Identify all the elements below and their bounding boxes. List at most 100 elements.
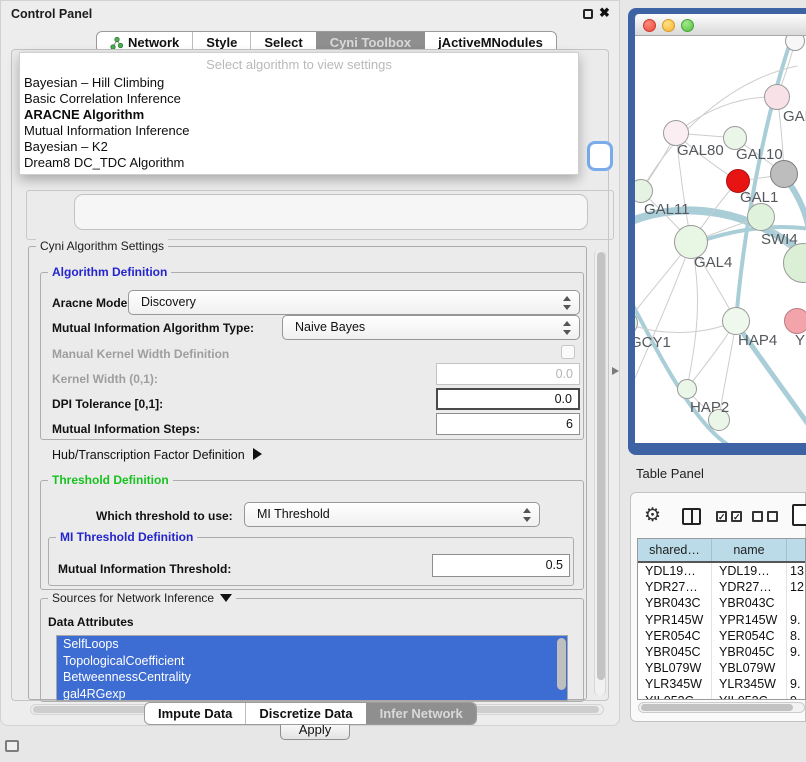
table-cell: 12 — [786, 579, 805, 595]
mi-steps-field[interactable]: 6 — [436, 413, 580, 435]
float-window-icon[interactable] — [583, 9, 593, 19]
mi-type-value: Naive Bayes — [295, 320, 365, 334]
node-label-gcy1: GCY1 — [635, 334, 671, 351]
network-node[interactable] — [764, 84, 790, 110]
close-traffic-light-icon[interactable] — [643, 19, 656, 32]
network-node[interactable] — [784, 308, 806, 334]
cyni-algorithm-settings-title: Cyni Algorithm Settings — [36, 239, 168, 253]
tab-infer-network[interactable]: Infer Network — [366, 703, 476, 724]
control-panel-title: Control Panel — [11, 7, 92, 21]
attribute-list-item[interactable]: TopologicalCoefficient — [57, 653, 567, 670]
table-cell: YBR045C — [711, 644, 786, 660]
node-label-gal10: GAL10 — [736, 146, 783, 163]
table-cell: 9. — [786, 693, 805, 701]
network-icon — [110, 36, 123, 49]
control-panel-window: Control Panel ✖ NetworkStyleSelectCyni T… — [0, 0, 620, 726]
algorithm-option[interactable]: Bayesian – K2 — [20, 139, 578, 155]
attribute-list-item[interactable]: BetweennessCentrality — [57, 669, 567, 686]
chevron-down-icon — [220, 594, 232, 602]
table-horizontal-scrollbar[interactable] — [638, 702, 805, 713]
column-header[interactable] — [786, 539, 805, 561]
node-label-hap2: HAP2 — [690, 399, 729, 416]
tab-label: Infer Network — [380, 706, 463, 721]
gear-icon[interactable]: ⚙ — [644, 506, 661, 525]
close-icon[interactable]: ✖ — [599, 5, 610, 21]
table-cell: 13 — [786, 563, 805, 579]
mi-threshold-label: Mutual Information Threshold: — [58, 562, 231, 576]
algorithm-option[interactable]: Dream8 DC_TDC Algorithm — [20, 155, 578, 171]
table-row[interactable]: YDL19…YDL19…13 — [638, 563, 805, 579]
mi-steps-label: Mutual Information Steps: — [52, 422, 200, 436]
panel-dock-icon[interactable] — [5, 740, 19, 752]
aracne-mode-select[interactable]: Discovery — [128, 290, 580, 315]
column-header[interactable]: name — [711, 539, 786, 561]
algorithm-option[interactable]: ARACNE Algorithm — [20, 107, 578, 123]
which-threshold-select[interactable]: MI Threshold — [244, 502, 540, 527]
table-cell: YER054C — [638, 628, 711, 644]
table-cell: YLR345W — [711, 676, 786, 692]
manual-kernel-checkbox[interactable] — [561, 345, 575, 359]
tab-label: Cyni Toolbox — [330, 35, 411, 50]
network-node[interactable] — [722, 307, 750, 335]
table-row[interactable]: YER054CYER054C8. — [638, 628, 805, 644]
table-row[interactable]: YLR345WYLR345W9. — [638, 676, 805, 692]
table-cell: YBR045C — [638, 644, 711, 660]
deselect-all-checkboxes-icon[interactable] — [752, 511, 778, 522]
manual-kernel-label: Manual Kernel Width Definition — [52, 347, 229, 361]
node-label-swi4: SWI4 — [761, 231, 798, 248]
attribute-list-item[interactable]: gal4RGexp — [57, 686, 567, 702]
table-row[interactable]: YPR145WYPR145W9. — [638, 612, 805, 628]
spinner-arrows-icon — [522, 507, 531, 523]
algorithm-option[interactable]: Mutual Information Inference — [20, 123, 578, 139]
table-cell: YPR145W — [711, 612, 786, 628]
sources-group-title[interactable]: Sources for Network Inference — [48, 591, 236, 605]
data-attributes-list[interactable]: SelfLoopsTopologicalCoefficientBetweenne… — [56, 635, 568, 701]
kernel-width-label: Kernel Width (0,1): — [52, 372, 158, 386]
table-row[interactable]: YIL052CYIL052C9. — [638, 693, 805, 701]
columns-icon[interactable] — [682, 508, 701, 525]
scrollbar-thumb[interactable] — [597, 252, 605, 680]
list-scrollbar[interactable] — [557, 638, 566, 690]
table-panel-title: Table Panel — [636, 466, 704, 481]
hub-definition-toggle[interactable]: Hub/Transcription Factor Definition — [52, 448, 262, 462]
settings-vertical-scrollbar[interactable] — [594, 250, 606, 696]
table-cell: YLR345W — [638, 676, 711, 692]
network-window-titlebar[interactable] — [635, 14, 806, 36]
file-icon[interactable] — [792, 504, 806, 526]
attribute-list-item[interactable]: SelfLoops — [57, 636, 567, 653]
tab-label: Style — [206, 35, 237, 50]
node-attribute-table: shared…name YDL19…YDL19…13YDR27…YDR27…12… — [637, 538, 806, 700]
table-row[interactable]: YBL079WYBL079W — [638, 660, 805, 676]
tab-impute-data[interactable]: Impute Data — [145, 703, 245, 724]
network-canvas[interactable]: GALGAL80GAL10GAL1GAL11SWI4GAL4GCY1HAP4YH… — [635, 36, 806, 443]
table-cell: YBR043C — [638, 595, 711, 611]
table-cell: YBL079W — [711, 660, 786, 676]
table-row[interactable]: YBR045CYBR045C9. — [638, 644, 805, 660]
column-header[interactable]: shared… — [638, 539, 711, 561]
kernel-width-field: 0.0 — [436, 363, 580, 385]
scrollbar-thumb[interactable] — [641, 704, 793, 711]
algorithm-popup-items: Bayesian – Hill ClimbingBasic Correlatio… — [20, 75, 578, 171]
network-node[interactable] — [770, 160, 798, 188]
table-row[interactable]: YBR043CYBR043C — [638, 595, 805, 611]
network-node[interactable] — [677, 379, 697, 399]
table-cell: 9. — [786, 644, 805, 660]
network-edge — [635, 321, 736, 333]
algorithm-option[interactable]: Basic Correlation Inference — [20, 91, 578, 107]
mi-type-select[interactable]: Naive Bayes — [282, 315, 580, 340]
table-row[interactable]: YDR27…YDR27…12 — [638, 579, 805, 595]
table-cell: YDL19… — [711, 563, 786, 579]
dpi-tolerance-field[interactable]: 0.0 — [436, 388, 580, 410]
mi-threshold-field[interactable]: 0.5 — [432, 554, 570, 577]
algorithm-option[interactable]: Bayesian – Hill Climbing — [20, 75, 578, 91]
select-all-checkboxes-icon[interactable]: ✓ ✓ — [716, 511, 742, 522]
network-node[interactable] — [747, 203, 775, 231]
tab-label: jActiveMNodules — [438, 35, 543, 50]
table-cell: 9. — [786, 676, 805, 692]
minimize-traffic-light-icon[interactable] — [662, 19, 675, 32]
node-label-y: Y — [795, 332, 805, 349]
table-cell — [786, 595, 805, 611]
node-label-hap4: HAP4 — [738, 332, 777, 349]
tab-discretize-data[interactable]: Discretize Data — [245, 703, 365, 724]
zoom-traffic-light-icon[interactable] — [681, 19, 694, 32]
